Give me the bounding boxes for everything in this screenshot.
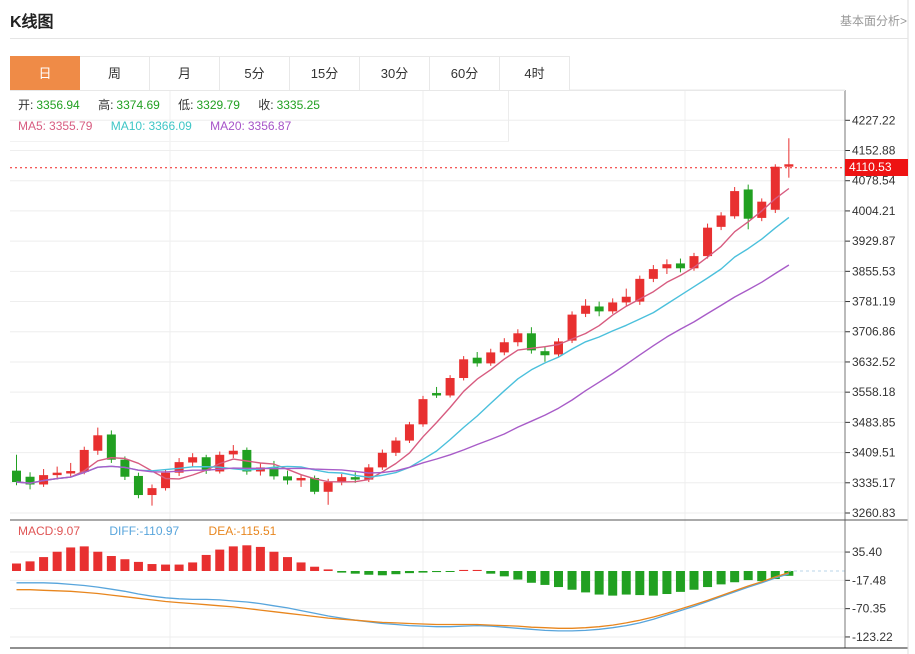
svg-text:3929.87: 3929.87 (852, 234, 896, 248)
diff-value: DIFF:-110.97 (109, 524, 180, 538)
high-label: 高: (98, 98, 114, 112)
svg-text:35.40: 35.40 (852, 545, 882, 559)
fundamental-analysis-link[interactable]: 基本面分析> (840, 12, 907, 29)
ma5-value: 3355.79 (49, 119, 93, 133)
tab-15min[interactable]: 15分 (290, 56, 360, 90)
high-value: 3374.69 (116, 98, 160, 112)
svg-text:3260.83: 3260.83 (852, 506, 896, 520)
period-tabbar: 日 周 月 5分 15分 30分 60分 4时 (10, 56, 570, 90)
tab-day[interactable]: 日 (10, 56, 80, 90)
tab-30min[interactable]: 30分 (360, 56, 430, 90)
tab-60min[interactable]: 60分 (430, 56, 500, 90)
tab-4hour[interactable]: 4时 (500, 56, 570, 90)
current-price-tag: 4110.53 (845, 159, 908, 177)
low-value: 3329.79 (196, 98, 240, 112)
tab-week[interactable]: 周 (80, 56, 150, 90)
candles-layer (12, 138, 794, 506)
svg-text:3706.86: 3706.86 (852, 325, 896, 339)
svg-text:3409.51: 3409.51 (852, 446, 896, 460)
svg-text:3558.18: 3558.18 (852, 385, 896, 399)
svg-text:3632.52: 3632.52 (852, 355, 896, 369)
ma20-value: 3356.87 (247, 119, 292, 133)
ohlc-legend: 开: 3356.94 高: 3374.69 低: 3329.79 收: 3335.25 (18, 96, 335, 113)
svg-text:4152.88: 4152.88 (852, 144, 896, 158)
svg-text:3335.17: 3335.17 (852, 476, 896, 490)
tabbar-bottom-border (10, 90, 845, 91)
macd-bars-layer (12, 545, 794, 596)
svg-text:4227.22: 4227.22 (852, 113, 896, 127)
svg-text:3483.85: 3483.85 (852, 415, 896, 429)
svg-text:4004.21: 4004.21 (852, 204, 896, 218)
page-title: K线图 (10, 14, 54, 31)
ma5-label: MA5: (18, 119, 47, 133)
ma-lines-layer (16, 187, 790, 484)
macd-legend: MACD:9.07 DIFF:-110.97 DEA:-115.51 (18, 524, 302, 538)
open-value: 3356.94 (36, 98, 80, 112)
macd-axis: 35.40 -17.48 -70.35 -123.22 (845, 545, 893, 644)
ma10-value: 3366.09 (148, 119, 192, 133)
svg-text:3855.53: 3855.53 (852, 264, 896, 278)
ma20-label: MA20: (210, 119, 245, 133)
tab-month[interactable]: 月 (150, 56, 220, 90)
svg-text:-70.35: -70.35 (852, 602, 886, 616)
ma-legend: MA5: 3355.79 MA10: 3366.09 MA20: 3356.87 (18, 119, 306, 133)
dea-value: DEA:-115.51 (208, 524, 277, 538)
low-label: 低: (178, 98, 194, 112)
ma10-label: MA10: (110, 119, 146, 133)
tab-5min[interactable]: 5分 (220, 56, 290, 90)
macd-value: MACD:9.07 (18, 524, 81, 538)
open-label: 开: (18, 98, 34, 112)
legend-box-right-border (508, 91, 509, 141)
svg-text:-17.48: -17.48 (852, 573, 886, 587)
svg-text:-123.22: -123.22 (852, 630, 893, 644)
legend-box-bottom-border (10, 141, 509, 142)
svg-text:3781.19: 3781.19 (852, 295, 896, 309)
header-divider (10, 38, 908, 39)
close-value: 3335.25 (276, 98, 320, 112)
close-label: 收: (258, 98, 274, 112)
